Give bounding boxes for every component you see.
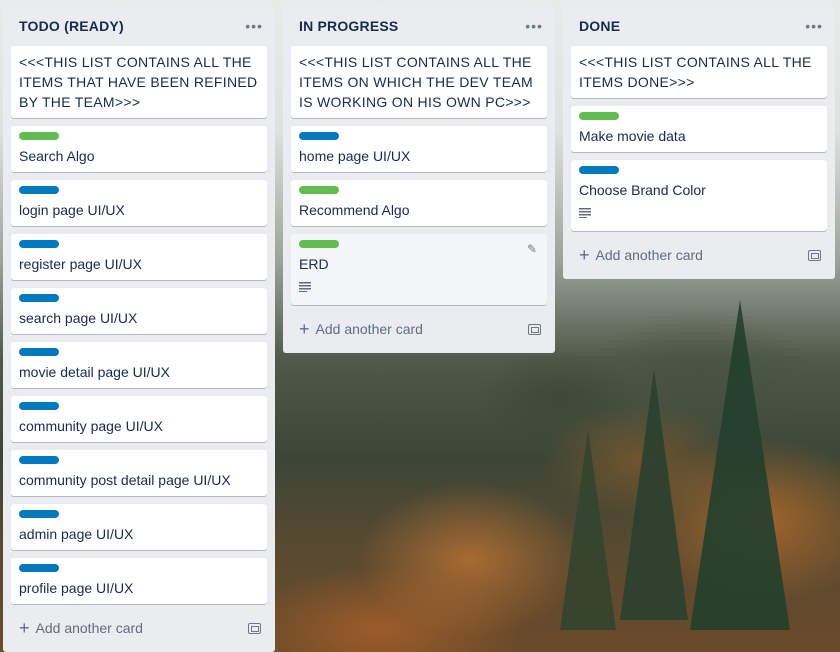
blue-label[interactable] (19, 294, 59, 302)
more-menu-icon[interactable]: ••• (245, 18, 263, 34)
card-title: ERD (299, 256, 329, 272)
card-title: Choose Brand Color (579, 182, 706, 198)
card-title: movie detail page UI/UX (19, 364, 170, 380)
card-title: home page UI/UX (299, 148, 411, 164)
card[interactable]: ✎ ERD (291, 234, 547, 305)
card-title: community post detail page UI/UX (19, 472, 231, 488)
list-header: IN PROGRESS ••• (291, 6, 547, 46)
list-footer: + Add another card (11, 612, 267, 644)
blue-label[interactable] (19, 348, 59, 356)
list-done: DONE ••• <<<THIS LIST CONTAINS ALL THE I… (563, 6, 835, 279)
list-title[interactable]: DONE (579, 18, 620, 34)
list-footer: + Add another card (291, 313, 547, 345)
more-menu-icon[interactable]: ••• (805, 18, 823, 34)
card[interactable]: home page UI/UX (291, 126, 547, 172)
card[interactable]: Choose Brand Color (571, 160, 827, 231)
card-title: register page UI/UX (19, 256, 142, 272)
card[interactable]: <<<THIS LIST CONTAINS ALL THE ITEMS ON W… (291, 46, 547, 118)
card[interactable]: movie detail page UI/UX (11, 342, 267, 388)
card[interactable]: <<<THIS LIST CONTAINS ALL THE ITEMS THAT… (11, 46, 267, 118)
list-header: TODO (READY) ••• (11, 6, 267, 46)
green-label[interactable] (299, 186, 339, 194)
add-card-button[interactable]: + Add another card (579, 246, 703, 264)
card[interactable]: search page UI/UX (11, 288, 267, 334)
list-title[interactable]: TODO (READY) (19, 18, 124, 34)
blue-label[interactable] (19, 240, 59, 248)
list-title[interactable]: IN PROGRESS (299, 18, 398, 34)
more-menu-icon[interactable]: ••• (525, 18, 543, 34)
card-title: Make movie data (579, 128, 686, 144)
card-title: profile page UI/UX (19, 580, 134, 596)
blue-label[interactable] (19, 456, 59, 464)
card-title: <<<THIS LIST CONTAINS ALL THE ITEMS DONE… (579, 54, 812, 90)
pencil-icon[interactable]: ✎ (527, 242, 537, 256)
blue-label[interactable] (19, 186, 59, 194)
card-title: search page UI/UX (19, 310, 138, 326)
card-title: <<<THIS LIST CONTAINS ALL THE ITEMS THAT… (19, 54, 258, 110)
card[interactable]: Make movie data (571, 106, 827, 152)
description-icon (299, 282, 311, 292)
card-title: login page UI/UX (19, 202, 125, 218)
card[interactable]: community page UI/UX (11, 396, 267, 442)
add-card-label: Add another card (315, 321, 423, 337)
card[interactable]: register page UI/UX (11, 234, 267, 280)
background-tree (560, 430, 616, 630)
add-card-label: Add another card (595, 247, 703, 263)
card[interactable]: community post detail page UI/UX (11, 450, 267, 496)
card-template-icon[interactable] (248, 622, 261, 634)
blue-label[interactable] (579, 166, 619, 174)
card[interactable]: login page UI/UX (11, 180, 267, 226)
card-title: <<<THIS LIST CONTAINS ALL THE ITEMS ON W… (299, 54, 533, 110)
plus-icon: + (19, 618, 30, 638)
plus-icon: + (579, 245, 590, 265)
card-template-icon[interactable] (528, 323, 541, 335)
description-icon (579, 208, 591, 218)
list-footer: + Add another card (571, 239, 827, 271)
card-title: community page UI/UX (19, 418, 163, 434)
list-in-progress: IN PROGRESS ••• <<<THIS LIST CONTAINS AL… (283, 6, 555, 353)
green-label[interactable] (19, 132, 59, 140)
card[interactable]: profile page UI/UX (11, 558, 267, 604)
card[interactable]: <<<THIS LIST CONTAINS ALL THE ITEMS DONE… (571, 46, 827, 98)
card[interactable]: Recommend Algo (291, 180, 547, 226)
card[interactable]: Search Algo (11, 126, 267, 172)
green-label[interactable] (299, 240, 339, 248)
blue-label[interactable] (19, 402, 59, 410)
background-tree (690, 300, 790, 630)
blue-label[interactable] (299, 132, 339, 140)
card[interactable]: admin page UI/UX (11, 504, 267, 550)
card-title: admin page UI/UX (19, 526, 134, 542)
blue-label[interactable] (19, 510, 59, 518)
background-tree (620, 370, 688, 620)
list-header: DONE ••• (571, 6, 827, 46)
add-card-button[interactable]: + Add another card (19, 619, 143, 637)
add-card-button[interactable]: + Add another card (299, 320, 423, 338)
list-todo: TODO (READY) ••• <<<THIS LIST CONTAINS A… (3, 6, 275, 652)
card-title: Search Algo (19, 148, 95, 164)
card-title: Recommend Algo (299, 202, 410, 218)
card-template-icon[interactable] (808, 249, 821, 261)
green-label[interactable] (579, 112, 619, 120)
blue-label[interactable] (19, 564, 59, 572)
plus-icon: + (299, 319, 310, 339)
add-card-label: Add another card (35, 620, 143, 636)
